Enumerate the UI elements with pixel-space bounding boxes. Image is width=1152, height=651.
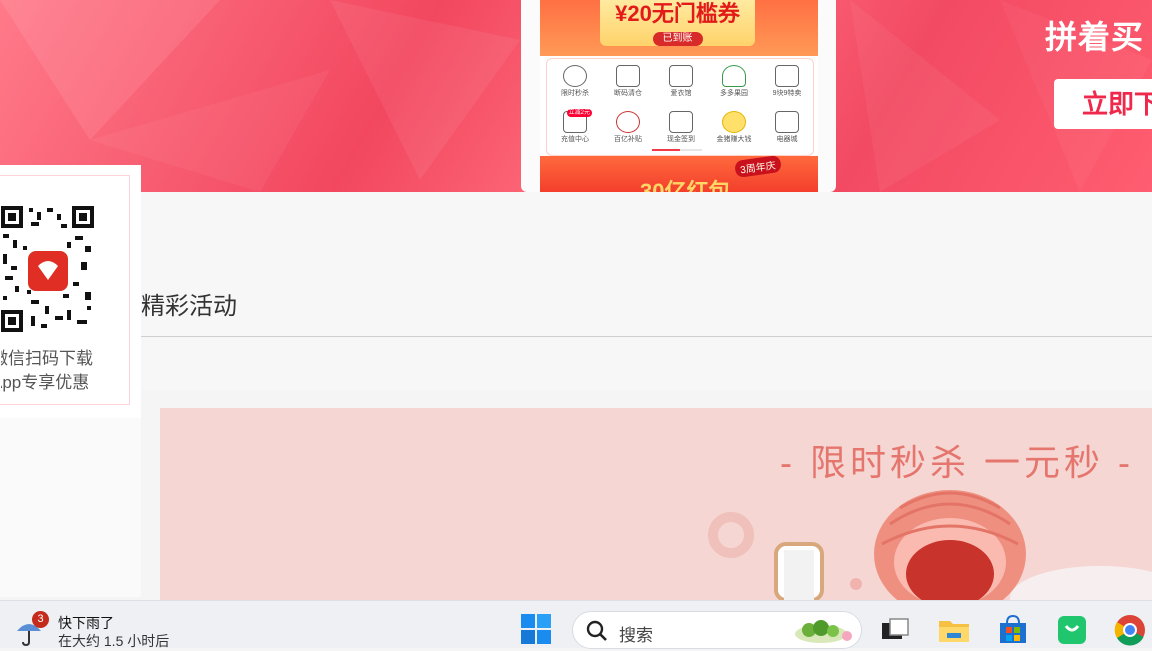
phone-mockup: ¥20无门槛券 已到账 限时秒杀 断码清仓 爱衣馆 多多果园 9块9特卖 立减2…	[521, 0, 836, 192]
appliance-icon	[775, 111, 799, 133]
recharge-badge: 立减2元	[566, 109, 592, 117]
grid-item-orchard: 多多果园	[708, 61, 760, 98]
alarm-clock-icon	[563, 65, 587, 87]
qr-card: 微信扫码下载 App专享优惠	[0, 175, 130, 405]
coupon-area: ¥20无门槛券 已到账	[540, 0, 818, 56]
grid-item-subsidy: 百亿补贴	[602, 107, 654, 144]
phone-icon: 立减2元	[563, 109, 592, 133]
chrome-icon[interactable]	[1113, 613, 1147, 647]
watch-product-image	[774, 542, 824, 600]
tree-icon	[722, 65, 746, 87]
money-bag-icon	[616, 111, 640, 133]
weather-headline: 快下雨了	[58, 615, 114, 631]
search-placeholder: 搜索	[619, 626, 653, 645]
windows-start-icon[interactable]	[518, 611, 554, 647]
decor-ring	[708, 512, 754, 558]
qr-caption-line1: 微信扫码下载	[1, 349, 93, 368]
coupon-title: ¥20无门槛券	[615, 1, 740, 26]
windows-taskbar: 3 快下雨了 在大约 1.5 小时后 搜索	[0, 600, 1152, 649]
grid-item-appliance: 电器城	[761, 107, 813, 144]
grid-item-piggy: 金猪赚大钱	[708, 107, 760, 144]
section-divider	[141, 336, 1152, 337]
search-icon	[586, 620, 607, 641]
grid-item-flash-sale: 限时秒杀	[549, 61, 601, 98]
clearance-icon	[616, 65, 640, 87]
hero-title: 拼着买	[1044, 19, 1144, 55]
qr-caption: 微信扫码下载 App专享优惠	[1, 347, 126, 395]
qr-code-image[interactable]	[1, 206, 94, 332]
task-view-icon[interactable]	[878, 613, 912, 647]
weather-alert-badge: 3	[32, 611, 49, 628]
bottom-promo: 3周年庆 30亿红包	[540, 154, 818, 192]
grid-item-checkin: 现金签到	[655, 107, 707, 144]
price-tag-icon	[775, 65, 799, 87]
coupon-card: ¥20无门槛券 已到账	[600, 0, 755, 46]
activities-section-header: 精彩活动	[141, 192, 1152, 390]
red-packet-text: 30亿红包	[640, 179, 731, 192]
flash-sale-title: - 限时秒杀 一元秒 -	[780, 442, 1134, 483]
hero-cta-button[interactable]: 立即下	[1054, 79, 1152, 129]
grid-item-clothing: 爱衣馆	[655, 61, 707, 98]
flash-sale-banner[interactable]: - 限时秒杀 一元秒 -	[160, 408, 1152, 600]
store-icon[interactable]	[996, 613, 1030, 647]
phone-screen: ¥20无门槛券 已到账 限时秒杀 断码清仓 爱衣馆 多多果园 9块9特卖 立减2…	[540, 0, 818, 192]
white-product-image	[1010, 566, 1152, 600]
search-highlight-icon	[795, 620, 852, 643]
calendar-check-icon	[669, 111, 693, 133]
piggy-bank-icon	[722, 111, 746, 133]
qr-panel-bottom	[0, 418, 141, 597]
shopping-bag-icon[interactable]	[1055, 613, 1089, 647]
section-title: 精彩活动	[141, 293, 237, 320]
qr-caption-line2: App专享优惠	[1, 373, 90, 392]
feature-icon-grid: 限时秒杀 断码清仓 爱衣馆 多多果园 9块9特卖 立减2元 充值中心 百亿补贴 …	[546, 58, 814, 156]
weather-subline: 在大约 1.5 小时后	[58, 633, 170, 649]
file-explorer-icon[interactable]	[937, 613, 971, 647]
grid-item-recharge: 立减2元 充值中心	[561, 109, 592, 143]
hero-banner[interactable]: ¥20无门槛券 已到账 限时秒杀 断码清仓 爱衣馆 多多果园 9块9特卖 立减2…	[0, 0, 1152, 192]
taskbar-search-box[interactable]: 搜索	[572, 611, 862, 649]
grid-item-99-sale: 9块9特卖	[761, 61, 813, 98]
page-indicator	[652, 149, 702, 151]
anniversary-pill: 3周年庆	[734, 154, 782, 179]
weather-widget[interactable]: 3 快下雨了 在大约 1.5 小时后	[14, 607, 204, 649]
coupon-badge: 已到账	[652, 32, 703, 46]
qr-download-panel: 微信扫码下载 App专享优惠	[0, 165, 141, 597]
shirt-icon	[669, 65, 693, 87]
grid-item-clearance: 断码清仓	[602, 61, 654, 98]
